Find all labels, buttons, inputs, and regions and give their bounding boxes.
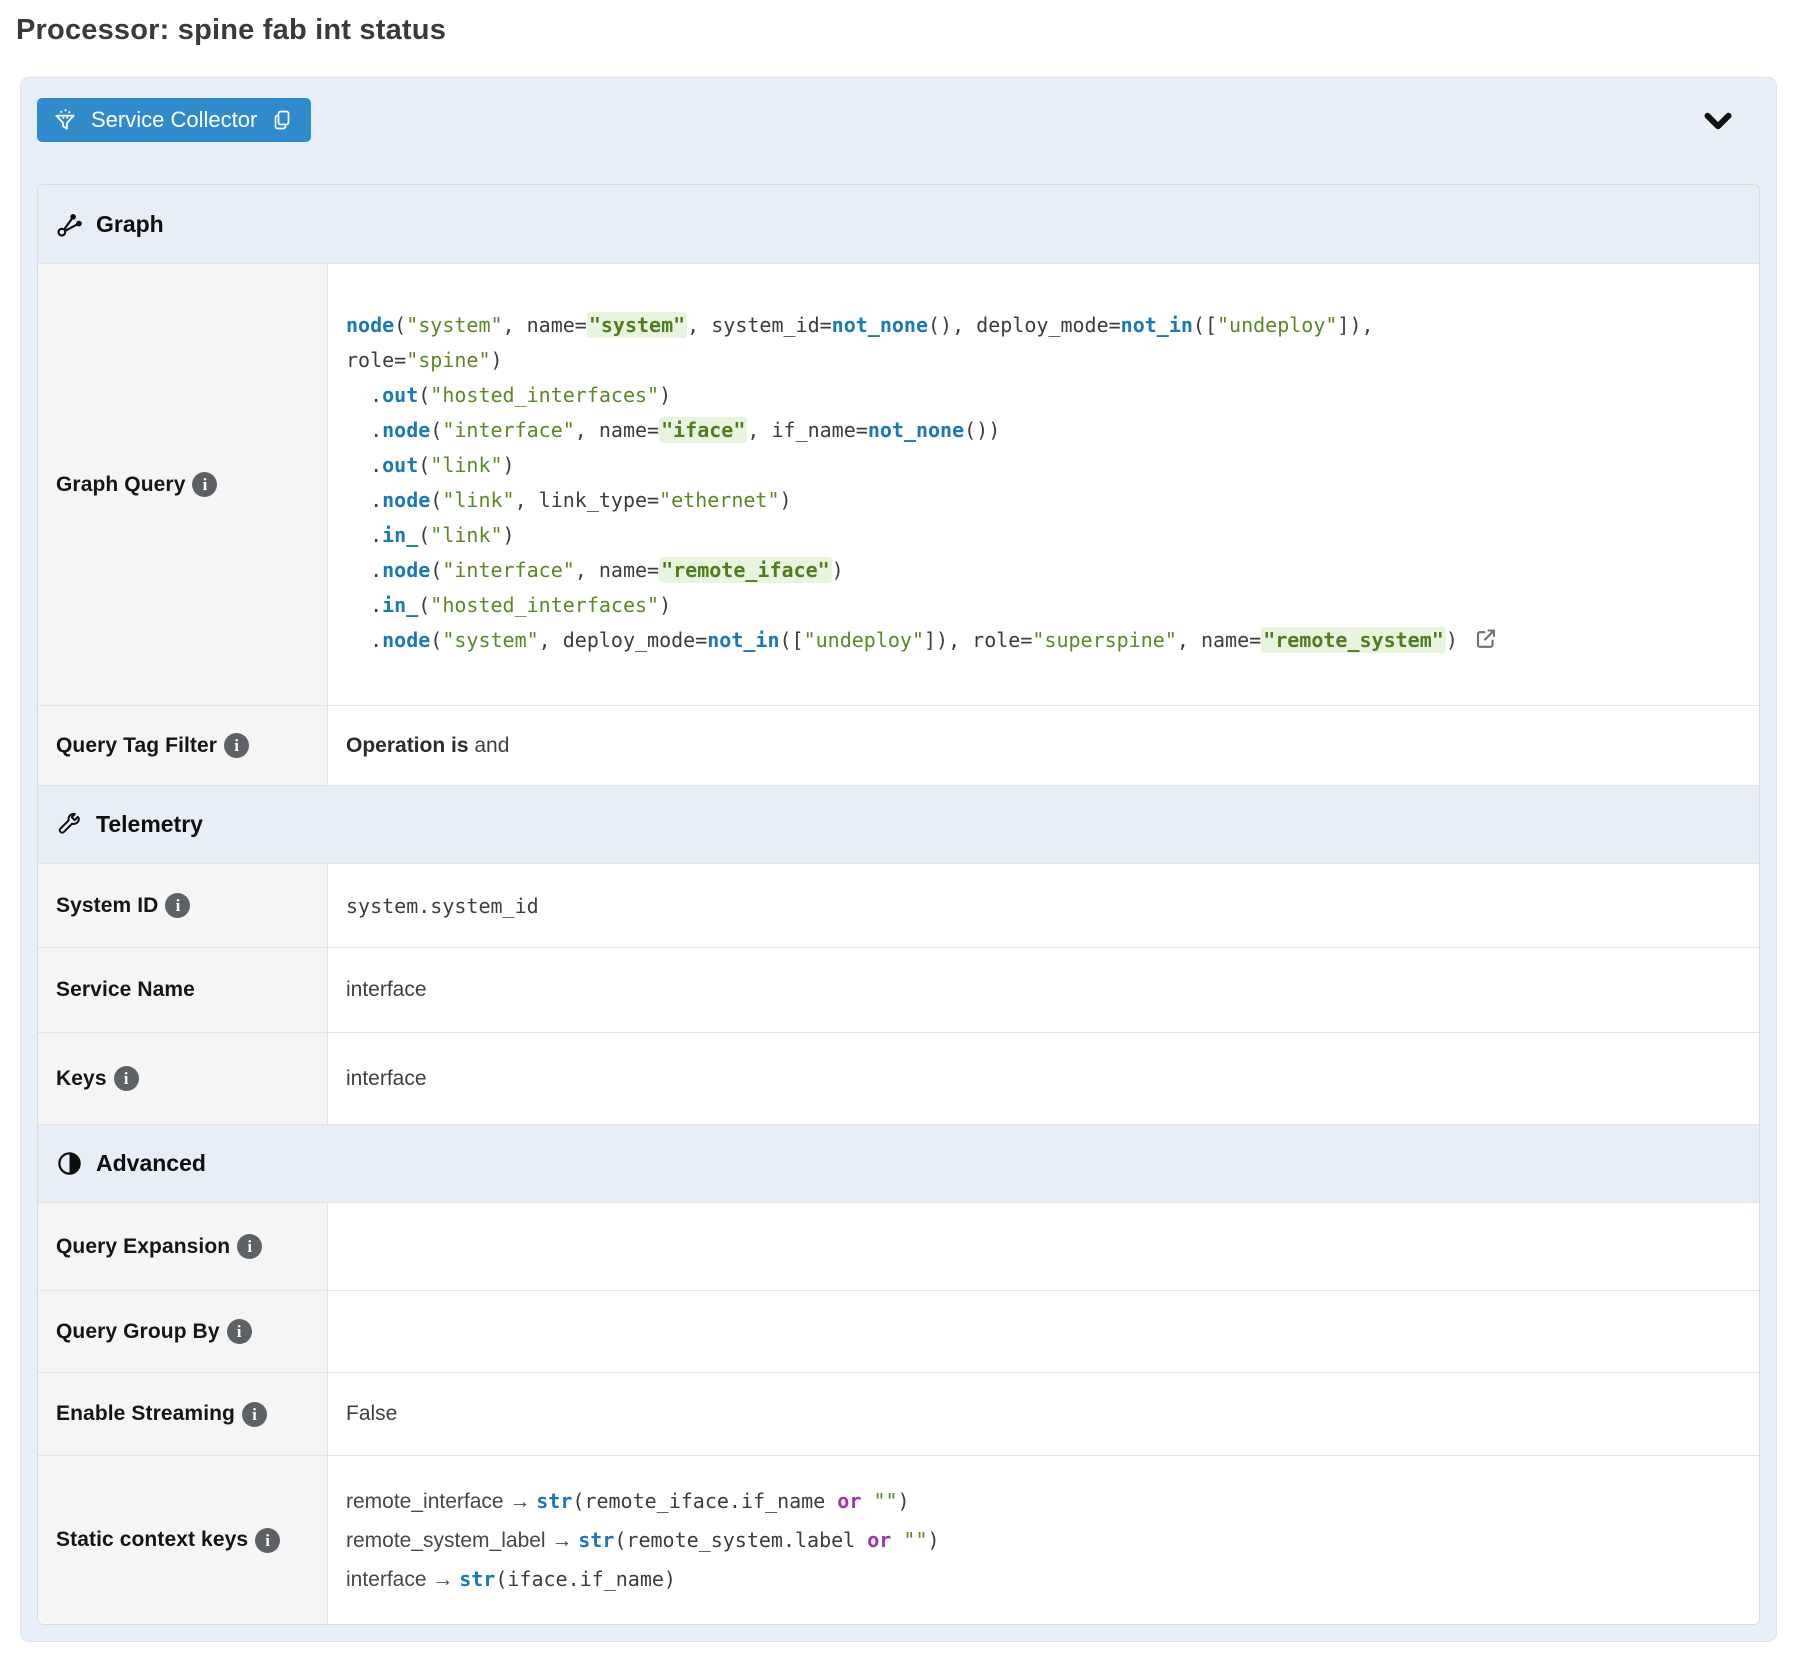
static-context-keys-label: Static context keys: [56, 1528, 248, 1552]
graph-query-label-cell: Graph Query i: [38, 264, 328, 705]
service-name-label-cell: Service Name: [38, 948, 328, 1032]
page-title: Processor: spine fab int status: [16, 14, 1776, 47]
system-id-label: System ID: [56, 894, 158, 918]
section-header-advanced: Advanced: [38, 1124, 1759, 1202]
graph-query-value-cell: node("system", name="system", system_id=…: [328, 264, 1759, 705]
info-icon[interactable]: i: [237, 1234, 262, 1259]
row-keys: Keys i interface: [38, 1032, 1759, 1124]
external-link-icon[interactable]: [1474, 627, 1498, 662]
section-title-graph: Graph: [96, 211, 164, 238]
info-icon[interactable]: i: [227, 1319, 252, 1344]
row-system-id: System ID i system.system_id: [38, 863, 1759, 947]
funnel-icon: [52, 107, 78, 133]
query-group-by-label: Query Group By: [56, 1320, 220, 1344]
copy-icon[interactable]: [270, 108, 294, 132]
row-query-expansion: Query Expansion i: [38, 1202, 1759, 1290]
query-group-by-value: [328, 1291, 1759, 1372]
keys-label: Keys: [56, 1067, 107, 1091]
section-header-graph: Graph: [38, 185, 1759, 263]
section-title-advanced: Advanced: [96, 1150, 206, 1177]
keys-label-cell: Keys i: [38, 1033, 328, 1124]
info-icon[interactable]: i: [255, 1528, 280, 1553]
info-icon[interactable]: i: [165, 893, 190, 918]
query-tag-filter-value: Operation is and: [328, 706, 1759, 785]
query-expansion-label-cell: Query Expansion i: [38, 1203, 328, 1290]
collector-table: Graph Graph Query i node("system", name=…: [37, 184, 1760, 1625]
wrench-icon: [56, 811, 83, 838]
static-context-keys-label-cell: Static context keys i: [38, 1456, 328, 1624]
row-static-context-keys: Static context keys i remote_interface →…: [38, 1455, 1759, 1624]
query-tag-filter-label-cell: Query Tag Filter i: [38, 706, 328, 785]
section-header-telemetry: Telemetry: [38, 785, 1759, 863]
system-id-value: system.system_id: [328, 864, 1759, 947]
system-id-label-cell: System ID i: [38, 864, 328, 947]
collapse-panel-button[interactable]: [1696, 102, 1740, 143]
service-collector-label: Service Collector: [91, 107, 257, 133]
service-name-value: interface: [328, 948, 1759, 1032]
enable-streaming-label-cell: Enable Streaming i: [38, 1373, 328, 1455]
section-title-telemetry: Telemetry: [96, 811, 203, 838]
keys-value: interface: [328, 1033, 1759, 1124]
enable-streaming-label: Enable Streaming: [56, 1402, 235, 1426]
info-icon[interactable]: i: [114, 1066, 139, 1091]
graph-query-label: Graph Query: [56, 473, 185, 497]
service-collector-button[interactable]: Service Collector: [37, 98, 311, 142]
row-enable-streaming: Enable Streaming i False: [38, 1372, 1759, 1455]
graph-query-code: node("system", name="system", system_id=…: [346, 308, 1498, 662]
row-service-name: Service Name interface: [38, 947, 1759, 1032]
row-query-group-by: Query Group By i: [38, 1290, 1759, 1372]
query-expansion-value: [328, 1203, 1759, 1290]
chevron-down-icon: [1700, 124, 1736, 139]
graph-nodes-icon: [56, 211, 83, 238]
static-context-keys-lines: remote_interface → str(remote_iface.if_n…: [346, 1482, 940, 1599]
operation-value: and: [469, 734, 510, 757]
query-expansion-label: Query Expansion: [56, 1235, 230, 1259]
info-icon[interactable]: i: [224, 733, 249, 758]
row-query-tag-filter: Query Tag Filter i Operation is and: [38, 705, 1759, 785]
service-collector-panel: Service Collector: [20, 77, 1777, 1642]
info-icon[interactable]: i: [192, 472, 217, 497]
query-group-by-label-cell: Query Group By i: [38, 1291, 328, 1372]
static-context-keys-value-cell: remote_interface → str(remote_iface.if_n…: [328, 1456, 1759, 1624]
enable-streaming-value: False: [328, 1373, 1759, 1455]
info-icon[interactable]: i: [242, 1402, 267, 1427]
row-graph-query: Graph Query i node("system", name="syste…: [38, 263, 1759, 705]
query-tag-filter-label: Query Tag Filter: [56, 734, 217, 758]
contrast-icon: [56, 1150, 83, 1177]
operation-label: Operation is: [346, 734, 469, 757]
service-name-label: Service Name: [56, 978, 195, 1002]
